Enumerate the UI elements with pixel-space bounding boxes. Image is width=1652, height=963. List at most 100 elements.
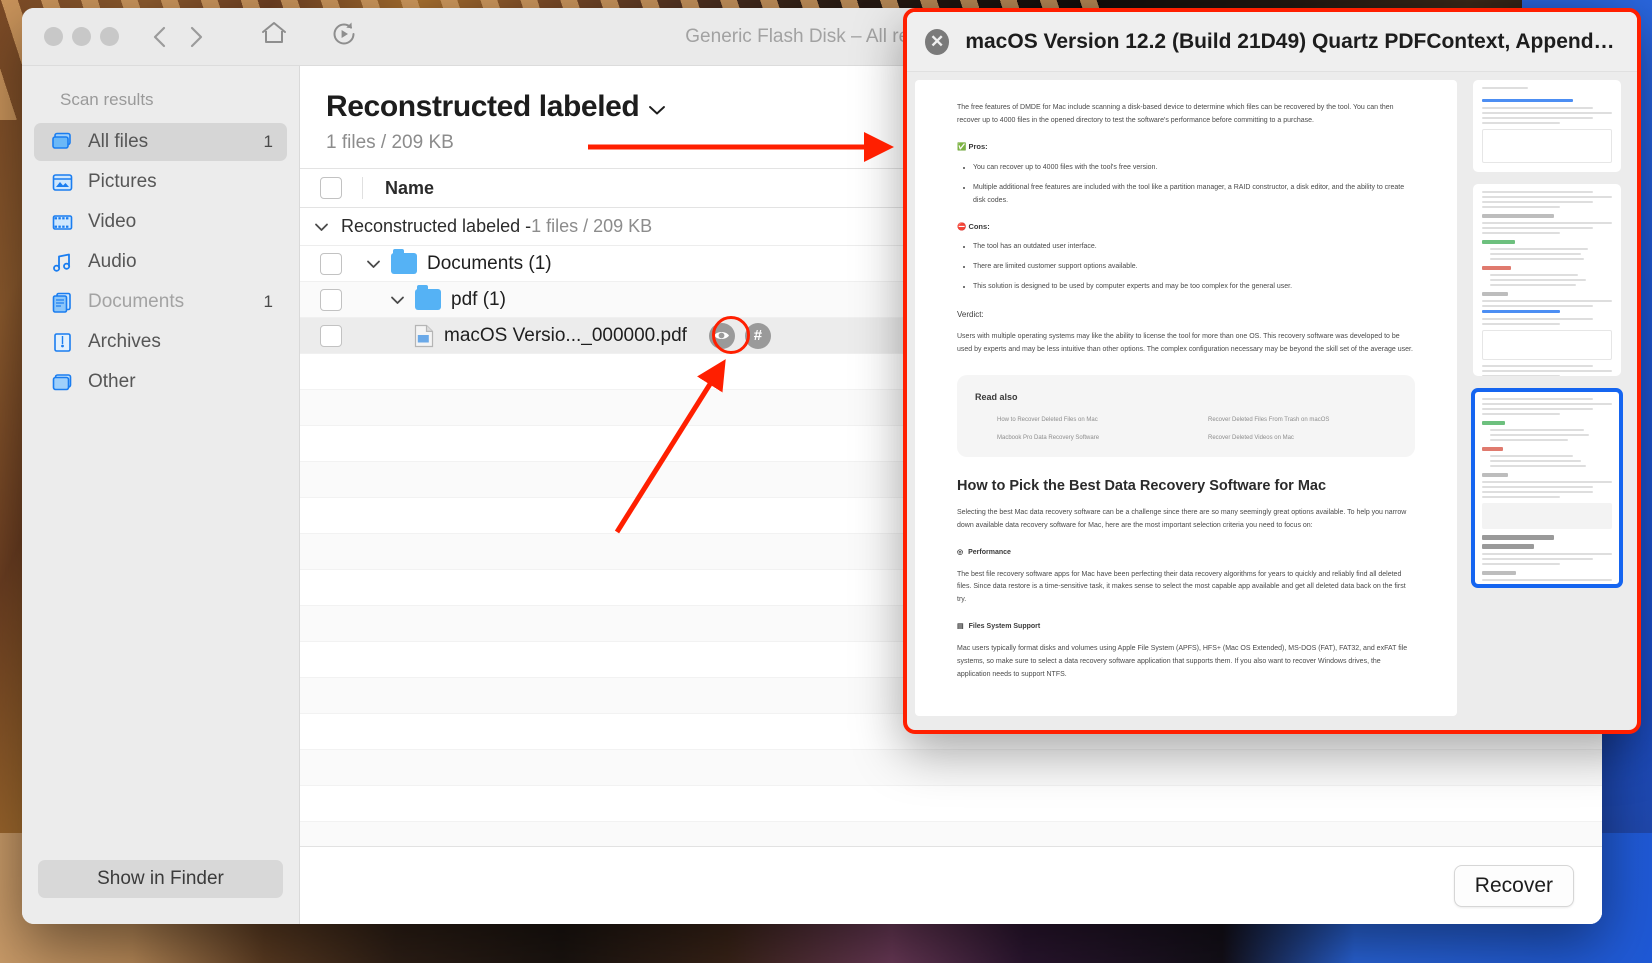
row-checkbox-cell[interactable]	[300, 324, 362, 347]
pdf-verdict-heading: Verdict:	[957, 310, 984, 320]
sidebar-item-audio[interactable]: Audio	[34, 243, 287, 281]
row-name: pdf (1)	[451, 288, 506, 310]
toolbar-actions	[259, 19, 359, 54]
pdf-section-heading: How to Pick the Best Data Recovery Softw…	[957, 477, 1327, 494]
sidebar-item-label: Other	[88, 371, 136, 392]
read-also-title: Read also	[975, 391, 1018, 402]
close-window-button[interactable]	[44, 27, 63, 46]
back-icon[interactable]	[149, 24, 171, 50]
other-icon	[50, 370, 75, 395]
pdf-verdict-paragraph: Users with multiple operating systems ma…	[957, 333, 1413, 353]
folder-icon	[391, 249, 417, 274]
all-files-icon	[50, 130, 75, 155]
show-in-finder-button[interactable]: Show in Finder	[38, 860, 283, 898]
list-item: This solution is designed to be used by …	[973, 281, 1415, 294]
pdf-section-body: Selecting the best Mac data recovery sof…	[957, 508, 1407, 529]
sidebar-item-other[interactable]: Other	[34, 363, 287, 401]
close-icon[interactable]: ✕	[925, 28, 950, 55]
pdf-subsection-body: The best file recovery software apps for…	[957, 570, 1406, 604]
archives-icon	[50, 330, 75, 355]
audio-icon	[50, 250, 75, 275]
documents-icon	[50, 290, 75, 315]
row-checkbox[interactable]	[320, 324, 342, 347]
home-icon[interactable]	[259, 19, 289, 54]
pdf-thumbnail[interactable]	[1473, 80, 1621, 172]
storage-icon: ▤	[957, 623, 964, 631]
row-name: Documents (1)	[427, 252, 552, 274]
pictures-icon	[50, 170, 75, 195]
forward-icon[interactable]	[185, 24, 207, 50]
sidebar-item-pictures[interactable]: Pictures	[34, 163, 287, 201]
minimize-window-button[interactable]	[72, 27, 91, 46]
preview-title: macOS Version 12.2 (Build 21D49) Quartz …	[965, 29, 1637, 53]
pdf-thumbnail-selected[interactable]	[1471, 388, 1623, 588]
group-row-label: Reconstructed labeled -	[341, 216, 532, 236]
pdf-cons-heading: ⛔ Cons:	[957, 220, 1415, 234]
select-all-checkbox[interactable]	[320, 177, 342, 199]
page-title-text: Reconstructed labeled	[326, 90, 640, 123]
sidebar-item-archives[interactable]: Archives	[34, 323, 287, 361]
navigation-buttons	[149, 24, 207, 50]
row-checkbox-cell[interactable]	[300, 288, 362, 311]
empty-row	[300, 750, 1602, 786]
read-also-link[interactable]: How to Recover Deleted Files on Mac	[997, 416, 1186, 425]
chevron-down-icon[interactable]	[648, 90, 666, 124]
video-icon	[50, 210, 75, 235]
list-item: There are limited customer support optio…	[973, 261, 1415, 274]
zoom-window-button[interactable]	[100, 27, 119, 46]
pdf-subheading-label: Performance	[968, 548, 1011, 556]
row-checkbox[interactable]	[320, 252, 342, 275]
sidebar-item-count: 1	[263, 132, 273, 151]
empty-row	[300, 822, 1602, 846]
sidebar-item-documents[interactable]: Documents 1	[34, 283, 287, 321]
empty-row	[300, 786, 1602, 822]
list-item: Multiple additional free features are in…	[973, 182, 1415, 208]
chevron-down-icon[interactable]	[366, 253, 381, 275]
sidebar-item-label: All files	[88, 131, 149, 152]
hash-icon[interactable]: #	[744, 322, 771, 349]
chevron-down-icon[interactable]	[390, 289, 405, 311]
history-icon[interactable]	[329, 19, 359, 54]
pdf-cons-list: The tool has an outdated user interface.…	[957, 241, 1415, 294]
chevron-down-icon[interactable]	[314, 216, 329, 237]
list-item: The tool has an outdated user interface.	[973, 241, 1415, 254]
list-item: You can recover up to 4000 files with th…	[973, 162, 1415, 175]
preview-eye-icon[interactable]	[708, 322, 735, 349]
column-header-name-label: Name	[385, 177, 435, 198]
pdf-cons-label: Cons:	[968, 221, 990, 231]
pdf-page-view[interactable]: The free features of DMDE for Mac includ…	[915, 80, 1457, 716]
row-checkbox-cell[interactable]	[300, 252, 362, 275]
pdf-subheading-performance: ◎ Performance	[957, 547, 1415, 560]
traffic-lights	[44, 27, 119, 46]
read-also-link[interactable]: Macbook Pro Data Recovery Software	[997, 434, 1186, 443]
recover-button[interactable]: Recover	[1453, 864, 1574, 907]
preview-header: ✕ macOS Version 12.2 (Build 21D49) Quart…	[907, 12, 1637, 72]
pdf-pros-label: Pros:	[968, 141, 988, 151]
sidebar-title: Scan results	[60, 90, 154, 109]
performance-icon: ◎	[957, 548, 964, 556]
read-also-link[interactable]: Recover Deleted Videos on Mac	[1208, 434, 1397, 443]
pdf-subheading-label: Files System Support	[968, 623, 1041, 631]
pdf-thumbnail-strip[interactable]	[1457, 80, 1637, 716]
sidebar-item-count: 1	[263, 292, 273, 311]
pdf-pros-heading: ✅ Pros:	[957, 140, 1415, 154]
sidebar-item-label: Audio	[88, 251, 137, 272]
sidebar: Scan results All files 1 Pictures Video	[22, 66, 300, 924]
pdf-file-icon	[414, 324, 434, 348]
row-checkbox[interactable]	[320, 288, 342, 311]
read-also-links: How to Recover Deleted Files on Mac Reco…	[975, 416, 1397, 443]
sidebar-item-all-files[interactable]: All files 1	[34, 123, 287, 161]
pdf-intro-paragraph: The free features of DMDE for Mac includ…	[957, 104, 1394, 124]
sidebar-item-label: Archives	[88, 331, 161, 352]
pdf-subheading-file-system-support: ▤ Files System Support	[957, 621, 1415, 634]
page-title[interactable]: Reconstructed labeled	[326, 90, 666, 124]
select-all-checkbox-cell[interactable]	[300, 177, 362, 199]
sidebar-item-label: Documents	[88, 291, 185, 312]
quick-look-preview-panel: ✕ macOS Version 12.2 (Build 21D49) Quart…	[903, 8, 1641, 734]
read-also-link[interactable]: Recover Deleted Files From Trash on macO…	[1208, 416, 1397, 425]
sidebar-item-video[interactable]: Video	[34, 203, 287, 241]
pdf-subsection-body: Mac users typically format disks and vol…	[957, 645, 1408, 679]
bottom-action-bar: Recover	[300, 846, 1602, 924]
pdf-thumbnail[interactable]	[1473, 184, 1621, 376]
